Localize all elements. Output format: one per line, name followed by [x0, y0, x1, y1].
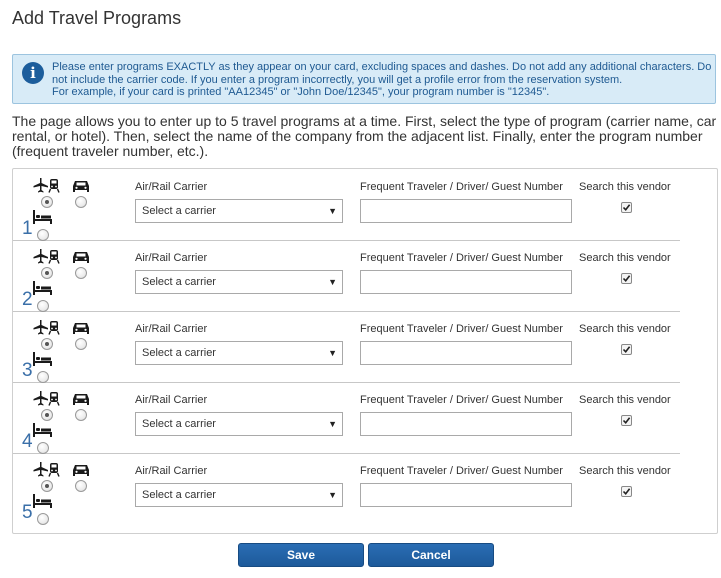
program-row: 2 Air/Rail Carrier Select a carrier ▼ Freque… — [13, 240, 680, 312]
program-number-input[interactable] — [360, 270, 572, 294]
hotel-bed-icon — [33, 494, 52, 508]
chevron-down-icon: ▼ — [328, 490, 337, 500]
carrier-label: Air/Rail Carrier — [135, 394, 208, 406]
carrier-select-value: Select a carrier — [142, 489, 216, 501]
type-radio-air-rail[interactable] — [41, 480, 53, 492]
carrier-select[interactable]: Select a carrier ▼ — [135, 412, 343, 436]
search-vendor-checkbox[interactable] — [621, 415, 632, 426]
row-number: 3 — [22, 360, 33, 381]
car-icon — [73, 252, 89, 263]
program-number-label: Frequent Traveler / Driver/ Guest Number — [360, 394, 563, 406]
program-row: 3 Air/Rail Carrier Select a carrier ▼ Freque… — [13, 311, 680, 383]
row-number: 4 — [22, 431, 33, 452]
row-number: 1 — [22, 218, 33, 239]
program-row: 5 Air/Rail Carrier Select a carrier ▼ Freque… — [13, 453, 680, 525]
carrier-select-value: Select a carrier — [142, 205, 216, 217]
program-number-label: Frequent Traveler / Driver/ Guest Number — [360, 465, 563, 477]
info-text: Please enter programs EXACTLY as they ap… — [52, 61, 712, 99]
type-radio-car[interactable] — [75, 480, 87, 492]
info-icon: i — [22, 62, 44, 84]
checkmark-icon — [622, 417, 631, 425]
type-radio-car[interactable] — [75, 267, 87, 279]
hotel-bed-icon — [33, 352, 52, 366]
save-button[interactable]: Save — [238, 543, 364, 567]
type-radio-air-rail[interactable] — [41, 267, 53, 279]
search-vendor-checkbox[interactable] — [621, 273, 632, 284]
search-vendor-checkbox[interactable] — [621, 486, 632, 497]
search-vendor-label: Search this vendor — [579, 252, 671, 264]
row-number: 2 — [22, 289, 33, 310]
chevron-down-icon: ▼ — [328, 206, 337, 216]
program-number-label: Frequent Traveler / Driver/ Guest Number — [360, 181, 563, 193]
hotel-bed-icon — [33, 281, 52, 295]
airplane-train-icon — [33, 249, 60, 264]
row-number: 5 — [22, 502, 33, 523]
hotel-bed-icon — [33, 210, 52, 224]
page-title: Add Travel Programs — [12, 8, 182, 28]
carrier-label: Air/Rail Carrier — [135, 252, 208, 264]
info-banner: i Please enter programs EXACTLY as they … — [12, 54, 716, 104]
chevron-down-icon: ▼ — [328, 419, 337, 429]
search-vendor-label: Search this vendor — [579, 323, 671, 335]
carrier-label: Air/Rail Carrier — [135, 465, 208, 477]
carrier-select[interactable]: Select a carrier ▼ — [135, 341, 343, 365]
chevron-down-icon: ▼ — [328, 277, 337, 287]
car-icon — [73, 181, 89, 192]
hotel-bed-icon — [33, 423, 52, 437]
type-radio-air-rail[interactable] — [41, 196, 53, 208]
checkmark-icon — [622, 204, 631, 212]
type-radio-air-rail[interactable] — [41, 409, 53, 421]
airplane-train-icon — [33, 320, 60, 335]
program-number-input[interactable] — [360, 483, 572, 507]
type-radio-hotel[interactable] — [37, 513, 49, 525]
search-vendor-label: Search this vendor — [579, 394, 671, 406]
airplane-train-icon — [33, 178, 60, 193]
carrier-label: Air/Rail Carrier — [135, 181, 208, 193]
program-number-input[interactable] — [360, 199, 572, 223]
program-number-label: Frequent Traveler / Driver/ Guest Number — [360, 323, 563, 335]
carrier-label: Air/Rail Carrier — [135, 323, 208, 335]
cancel-button[interactable]: Cancel — [368, 543, 494, 567]
info-line: Please enter programs EXACTLY as they ap… — [52, 61, 712, 73]
program-row: 4 Air/Rail Carrier Select a carrier ▼ Freque… — [13, 382, 680, 454]
intro-text: The page allows you to enter up to 5 tra… — [12, 113, 717, 159]
carrier-select-value: Select a carrier — [142, 347, 216, 359]
programs-panel: 1 Air/Rail Carrier Select a carrier ▼ Freque… — [12, 168, 718, 534]
airplane-train-icon — [33, 391, 60, 406]
program-number-input[interactable] — [360, 412, 572, 436]
info-line: For example, if your card is printed "AA… — [52, 86, 550, 98]
carrier-select[interactable]: Select a carrier ▼ — [135, 483, 343, 507]
search-vendor-label: Search this vendor — [579, 465, 671, 477]
car-icon — [73, 465, 89, 476]
car-icon — [73, 394, 89, 405]
carrier-select[interactable]: Select a carrier ▼ — [135, 270, 343, 294]
checkmark-icon — [622, 275, 631, 283]
search-vendor-checkbox[interactable] — [621, 202, 632, 213]
chevron-down-icon: ▼ — [328, 348, 337, 358]
type-radio-air-rail[interactable] — [41, 338, 53, 350]
type-radio-car[interactable] — [75, 196, 87, 208]
type-radio-car[interactable] — [75, 409, 87, 421]
type-radio-car[interactable] — [75, 338, 87, 350]
program-row: 1 Air/Rail Carrier Select a carrier ▼ Freque… — [13, 169, 680, 241]
car-icon — [73, 323, 89, 334]
program-number-label: Frequent Traveler / Driver/ Guest Number — [360, 252, 563, 264]
carrier-select[interactable]: Select a carrier ▼ — [135, 199, 343, 223]
carrier-select-value: Select a carrier — [142, 418, 216, 430]
carrier-select-value: Select a carrier — [142, 276, 216, 288]
program-number-input[interactable] — [360, 341, 572, 365]
info-line: not include the carrier code. If you ent… — [52, 73, 623, 86]
search-vendor-checkbox[interactable] — [621, 344, 632, 355]
checkmark-icon — [622, 346, 631, 354]
airplane-train-icon — [33, 462, 60, 477]
checkmark-icon — [622, 488, 631, 496]
search-vendor-label: Search this vendor — [579, 181, 671, 193]
